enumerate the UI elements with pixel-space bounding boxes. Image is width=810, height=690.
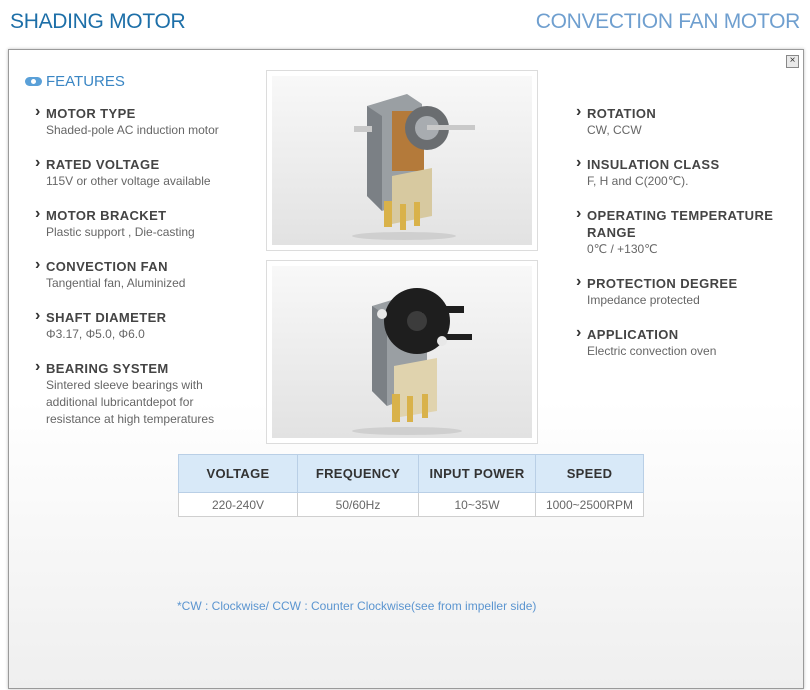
spec-value: Sintered sleeve bearings with additional… <box>46 378 215 426</box>
spec-convection-fan: CONVECTION FAN Tangential fan, Aluminize… <box>35 256 186 292</box>
spec-value: F, H and C(200℃). <box>587 174 689 188</box>
spec-value: Φ3.17, Φ5.0, Φ6.0 <box>46 327 145 341</box>
table-cell-speed: 1000~2500RPM <box>535 492 644 517</box>
spec-label: MOTOR TYPE <box>35 103 219 122</box>
table-header-speed: SPEED <box>535 454 644 493</box>
spec-motor-type: MOTOR TYPE Shaded-pole AC induction moto… <box>35 103 219 139</box>
spec-value: Plastic support , Die-casting <box>46 225 195 239</box>
spec-label: APPLICATION <box>576 324 716 343</box>
motor-photo-2 <box>266 260 538 444</box>
spec-rotation: ROTATION CW, CCW <box>576 103 656 139</box>
spec-bearing-system: BEARING SYSTEM Sintered sleeve bearings … <box>35 358 235 428</box>
product-detail-popup: × FEATURES MOTOR TYPE Shaded-pole AC ind… <box>8 49 804 689</box>
motor-photo-1 <box>266 70 538 251</box>
close-icon[interactable]: × <box>786 55 799 68</box>
spec-motor-bracket: MOTOR BRACKET Plastic support , Die-cast… <box>35 205 195 241</box>
features-heading: FEATURES <box>25 73 125 90</box>
spec-label: MOTOR BRACKET <box>35 205 195 224</box>
spec-label: ROTATION <box>576 103 656 122</box>
spec-value: Impedance protected <box>587 293 700 307</box>
spec-value: 0℃ / +130℃ <box>587 242 658 256</box>
spec-shaft-diameter: SHAFT DIAMETER Φ3.17, Φ5.0, Φ6.0 <box>35 307 166 343</box>
motor-image-black-fan <box>352 288 472 435</box>
spec-label: CONVECTION FAN <box>35 256 185 275</box>
spec-value: Shaded-pole AC induction motor <box>46 123 219 137</box>
spec-value: Electric convection oven <box>587 344 717 358</box>
spec-value: CW, CCW <box>587 123 642 137</box>
table-header-row: VOLTAGE FREQUENCY INPUT POWER SPEED <box>178 454 644 493</box>
table-header-input-power: INPUT POWER <box>418 454 536 493</box>
spec-application: APPLICATION Electric convection oven <box>576 324 717 360</box>
table-header-voltage: VOLTAGE <box>178 454 298 493</box>
table-header-frequency: FREQUENCY <box>297 454 419 493</box>
spec-insulation-class: INSULATION CLASS F, H and C(200℃). <box>576 154 720 190</box>
features-bullet-icon <box>25 77 42 86</box>
spec-protection-degree: PROTECTION DEGREE Impedance protected <box>576 273 738 309</box>
table-cell-input-power: 10~35W <box>418 492 536 517</box>
features-title: FEATURES <box>46 73 125 90</box>
spec-label: RATED VOLTAGE <box>35 154 211 173</box>
table-cell-voltage: 220-240V <box>178 492 298 517</box>
table-row: 220-240V 50/60Hz 10~35W 1000~2500RPM <box>178 492 644 517</box>
rotation-footnote: *CW : Clockwise/ CCW : Counter Clockwise… <box>177 599 537 613</box>
spec-label: OPERATING TEMPERATURE RANGE <box>576 205 786 241</box>
spec-value: Tangential fan, Aluminized <box>46 276 186 290</box>
motor-image-metal-bracket <box>352 94 475 240</box>
spec-rated-voltage: RATED VOLTAGE 115V or other voltage avai… <box>35 154 211 190</box>
spec-label: INSULATION CLASS <box>576 154 720 173</box>
spec-label: SHAFT DIAMETER <box>35 307 166 326</box>
spec-operating-temperature: OPERATING TEMPERATURE RANGE 0℃ / +130℃ <box>576 205 786 258</box>
page-title-convection-fan-motor: CONVECTION FAN MOTOR <box>535 10 801 33</box>
table-cell-frequency: 50/60Hz <box>297 492 419 517</box>
spec-value: 115V or other voltage available <box>46 174 211 188</box>
page-title-shading-motor: SHADING MOTOR <box>10 10 186 33</box>
electrical-specs-table: VOLTAGE FREQUENCY INPUT POWER SPEED 220-… <box>178 454 644 517</box>
spec-label: PROTECTION DEGREE <box>576 273 738 292</box>
spec-label: BEARING SYSTEM <box>35 358 235 377</box>
